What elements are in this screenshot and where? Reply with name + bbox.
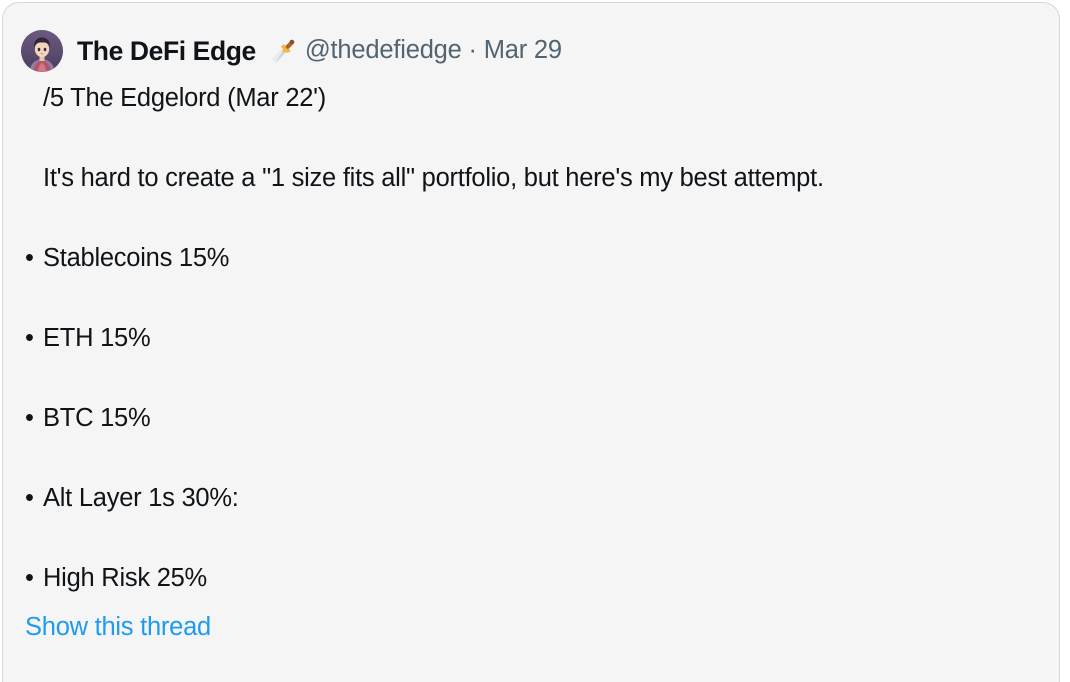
bullet-marker: • xyxy=(25,404,34,432)
tweet-line: • Alt Layer 1s 30%: xyxy=(25,481,1035,561)
avatar[interactable] xyxy=(21,30,63,72)
tweet-card[interactable]: The DeFi Edge @thedefiedge · Mar 29 /5 T… xyxy=(2,2,1060,682)
tweet-line: It's hard to create a "1 size fits all" … xyxy=(25,161,1035,241)
tweet-line: • ETH 15% xyxy=(25,321,1035,401)
dagger-icon xyxy=(267,37,297,67)
tweet-line: • Stablecoins 15% xyxy=(25,241,1035,321)
bullet-marker: • xyxy=(25,244,34,272)
avatar-image xyxy=(21,30,63,72)
show-this-thread-link[interactable]: Show this thread xyxy=(25,611,211,643)
tweet-text: /5 The Edgelord (Mar 22') It's hard to c… xyxy=(25,81,1035,641)
tweet-header: The DeFi Edge @thedefiedge · Mar 29 xyxy=(21,28,562,74)
handle-and-timestamp[interactable]: @thedefiedge · Mar 29 xyxy=(305,38,562,64)
tweet-line-text: High Risk 25% xyxy=(43,564,207,592)
tweet-line: • BTC 15% xyxy=(25,401,1035,481)
tweet-line-text: Stablecoins 15% xyxy=(43,244,230,272)
display-name: The DeFi Edge xyxy=(77,35,256,66)
tweet-line-text: Alt Layer 1s 30%: xyxy=(43,484,239,512)
tweet-line-text: /5 The Edgelord (Mar 22') xyxy=(43,84,327,112)
tweet-line-text: BTC 15% xyxy=(43,404,151,432)
tweet-line-text: It's hard to create a "1 size fits all" … xyxy=(43,164,824,192)
bullet-marker: • xyxy=(25,564,34,592)
tweet-line-text: ETH 15% xyxy=(43,324,151,352)
bullet-marker: • xyxy=(25,484,34,512)
tweet-line: /5 The Edgelord (Mar 22') xyxy=(25,81,1035,161)
bullet-marker: • xyxy=(25,324,34,352)
